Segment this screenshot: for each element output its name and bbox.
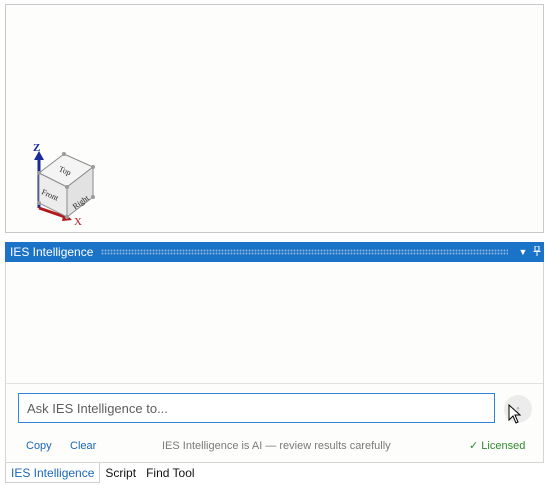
- clear-button[interactable]: Clear: [70, 440, 96, 452]
- tab-ies-intelligence[interactable]: IES Intelligence: [5, 463, 101, 483]
- pin-icon[interactable]: [530, 245, 544, 258]
- 3d-viewport[interactable]: Z X Top Front Right: [5, 4, 544, 233]
- mouse-cursor-icon: [508, 404, 522, 424]
- chat-panel: ↑ Copy Clear IES Intelligence is AI — re…: [5, 262, 544, 463]
- panel-title: IES Intelligence: [10, 245, 94, 259]
- ask-input[interactable]: [18, 393, 495, 423]
- z-axis-label: Z: [33, 142, 40, 154]
- copy-button[interactable]: Copy: [26, 440, 52, 452]
- bottom-tab-bar: IES Intelligence Script Find Tool: [5, 463, 544, 483]
- license-label: Licensed: [481, 440, 526, 452]
- view-cube[interactable]: Z X Top Front Right: [26, 140, 106, 230]
- ai-disclaimer: IES Intelligence is AI — review results …: [162, 440, 391, 452]
- tab-find-tool[interactable]: Find Tool: [141, 463, 199, 483]
- divider: [6, 383, 543, 384]
- checkmark-icon: ✓: [469, 440, 479, 452]
- chevron-down-icon[interactable]: ▼: [516, 247, 530, 257]
- chat-footer: Copy Clear IES Intelligence is AI — revi…: [6, 438, 543, 456]
- tab-script[interactable]: Script: [100, 463, 141, 483]
- chat-history: [6, 262, 543, 383]
- license-status: ✓ Licensed: [469, 439, 525, 452]
- panel-header: IES Intelligence ▼: [5, 242, 544, 262]
- panel-grip[interactable]: [101, 249, 508, 255]
- x-axis-label: X: [74, 216, 82, 228]
